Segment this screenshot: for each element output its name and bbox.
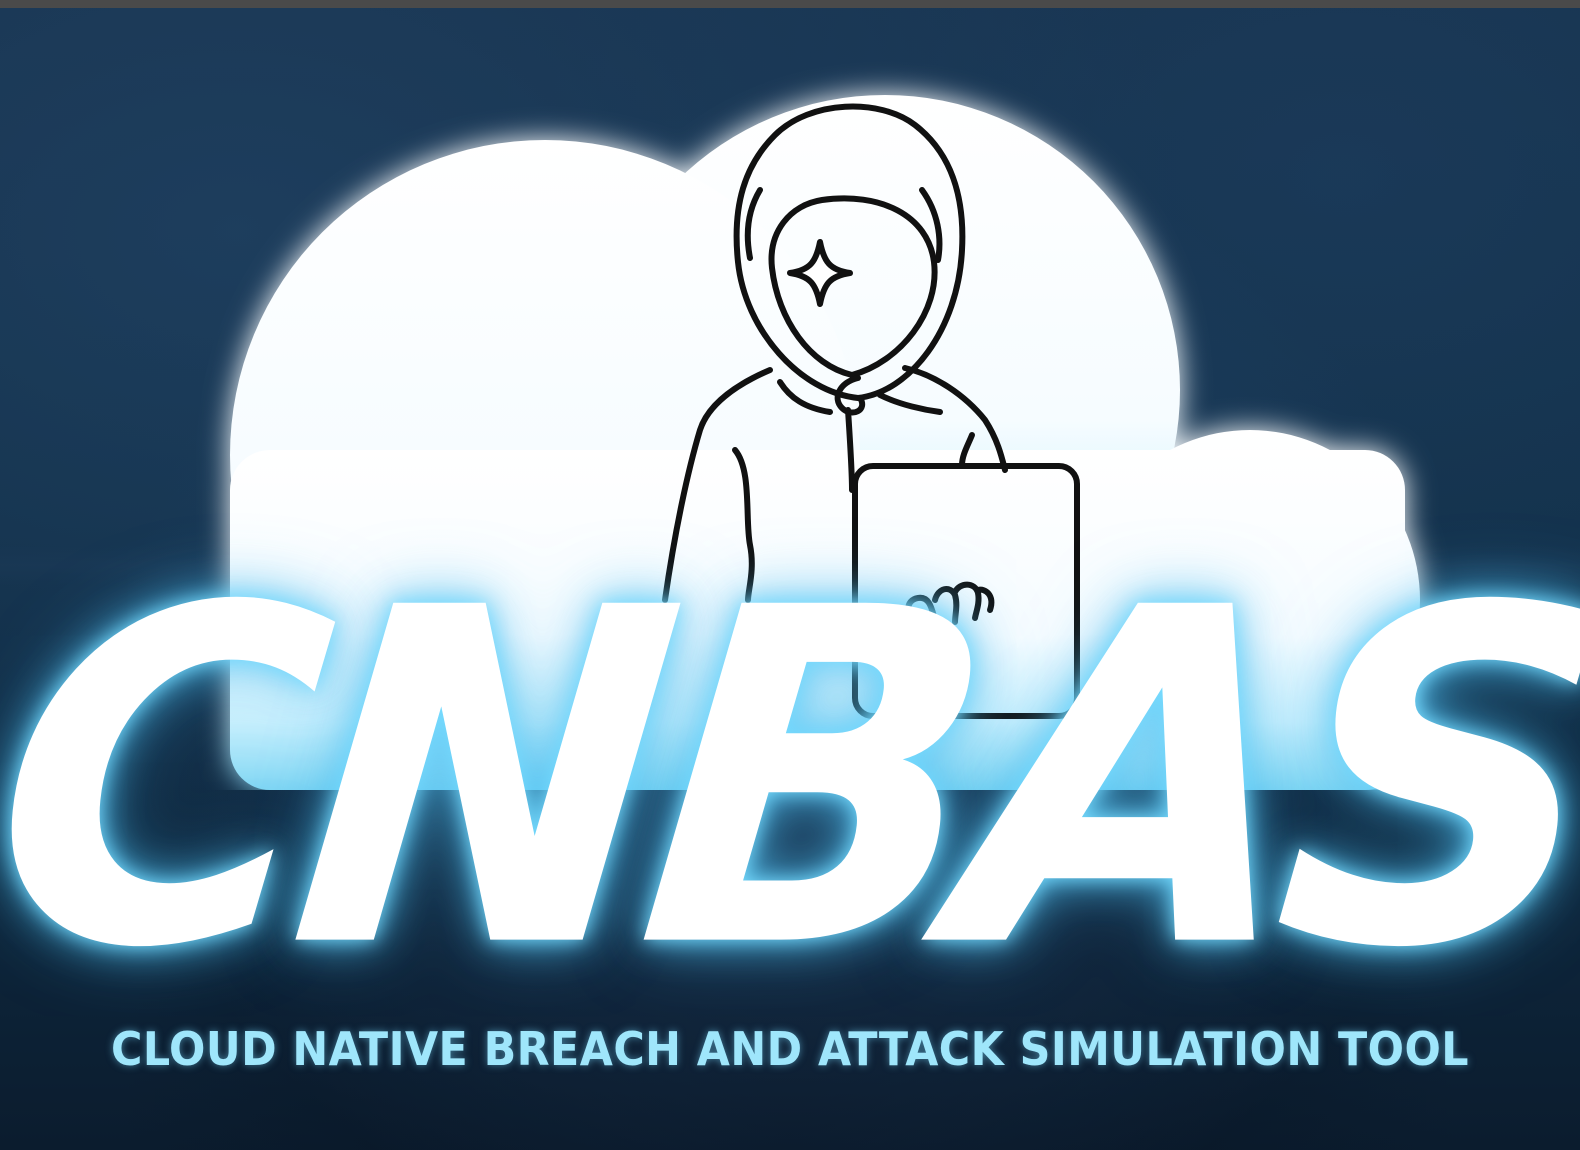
cnbas-wordmark: CNBAS bbox=[0, 511, 1580, 1049]
tagline-text: CLOUD NATIVE BREACH AND ATTACK SIMULATIO… bbox=[110, 1022, 1470, 1076]
logo-canvas: CNBAS CLOUD NATIVE BREACH AND ATTACK SIM… bbox=[0, 0, 1580, 1150]
